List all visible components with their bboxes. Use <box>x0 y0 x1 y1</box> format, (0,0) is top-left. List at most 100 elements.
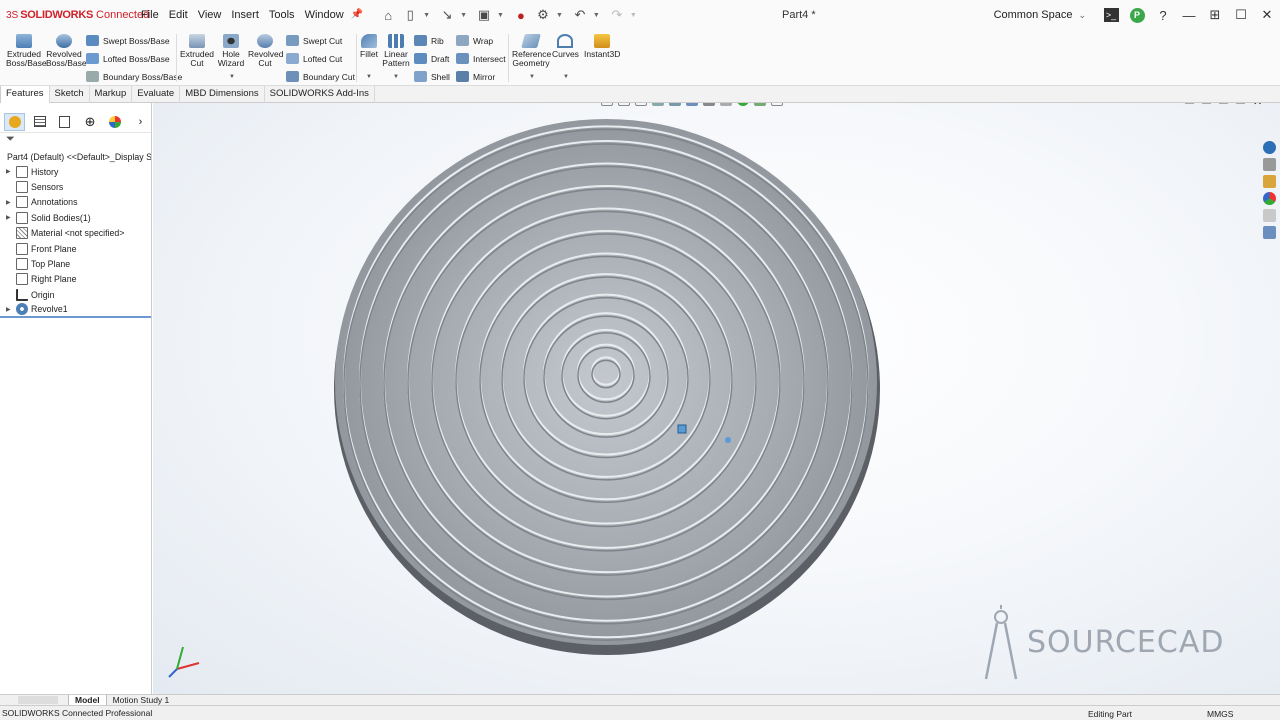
linear-pattern-button[interactable]: Linear Pattern <box>382 34 410 68</box>
new-document-icon[interactable]: ▯ <box>401 6 419 24</box>
open-icon[interactable]: ↘ <box>438 6 456 24</box>
dynamic-annotation-icon[interactable] <box>669 103 681 106</box>
boundary-boss-button[interactable]: Boundary Boss/Base <box>86 71 182 82</box>
apply-scene-icon[interactable] <box>754 103 766 106</box>
chevron-down-icon[interactable]: ▼ <box>393 74 399 80</box>
status-units[interactable]: MMGS <box>1207 709 1233 719</box>
view-orientation-icon[interactable] <box>686 103 698 106</box>
property-manager-tab-icon[interactable] <box>29 113 50 131</box>
tab-solidworks-add-ins[interactable]: SOLIDWORKS Add-Ins <box>265 86 375 103</box>
hide-show-icon[interactable] <box>720 103 732 106</box>
wrap-button[interactable]: Wrap <box>456 35 493 46</box>
solidworks-resources-icon[interactable] <box>1263 141 1276 154</box>
lofted-cut-button[interactable]: Lofted Cut <box>286 53 342 64</box>
chevron-down-icon[interactable]: ▼ <box>497 12 504 19</box>
feature-manager-tab-icon[interactable] <box>4 112 26 131</box>
tree-item-sensors[interactable]: Sensors <box>0 179 151 194</box>
close-icon[interactable]: ✕ <box>1253 103 1262 108</box>
dimxpert-manager-tab-icon[interactable]: ⊕ <box>80 113 101 131</box>
intersect-button[interactable]: Intersect <box>456 53 506 64</box>
filter-icon[interactable]: ⏷ <box>0 133 151 149</box>
swept-cut-button[interactable]: Swept Cut <box>286 35 342 46</box>
graphics-area[interactable]: ✕ SOURCECAD <box>153 103 1280 694</box>
chevron-down-icon[interactable]: ▼ <box>630 12 637 19</box>
tree-item-front-plane[interactable]: Front Plane <box>0 241 151 256</box>
restore-layout-icon[interactable]: ⊞ <box>1202 0 1228 30</box>
display-manager-tab-icon[interactable] <box>105 113 126 131</box>
tab-scroll-area[interactable] <box>18 696 58 704</box>
tree-root-part[interactable]: Part4 (Default) <<Default>_Display St <box>0 149 151 164</box>
chevron-down-icon[interactable]: ▼ <box>563 74 569 80</box>
view-settings-icon[interactable] <box>771 103 783 106</box>
revolved-boss-button[interactable]: Revolved Boss/Base <box>46 34 87 68</box>
fillet-button[interactable]: Fillet <box>358 34 380 59</box>
menu-view[interactable]: View <box>193 9 227 21</box>
hole-wizard-button[interactable]: Hole Wizard <box>216 34 246 68</box>
tile-icon[interactable] <box>1185 103 1194 104</box>
selection-handle-icon[interactable] <box>677 424 687 434</box>
minimize-icon[interactable]: — <box>1176 0 1202 30</box>
boundary-cut-button[interactable]: Boundary Cut <box>286 71 355 82</box>
chevron-down-icon[interactable]: ▼ <box>460 12 467 19</box>
chevron-down-icon[interactable]: ▼ <box>423 12 430 19</box>
curves-button[interactable]: Curves <box>552 34 579 59</box>
help-icon[interactable]: ? <box>1150 0 1176 30</box>
restore-icon[interactable] <box>1202 103 1211 104</box>
tab-sketch[interactable]: Sketch <box>50 86 90 103</box>
tab-model[interactable]: Model <box>68 694 107 706</box>
menu-file[interactable]: File <box>136 9 164 21</box>
appearances-icon[interactable] <box>1263 192 1276 205</box>
tab-motion-study-1[interactable]: Motion Study 1 <box>107 695 176 706</box>
custom-properties-icon[interactable] <box>1263 226 1276 239</box>
swept-boss-button[interactable]: Swept Boss/Base <box>86 35 170 46</box>
chevron-down-icon[interactable]: ▼ <box>529 74 535 80</box>
tab-mbd-dimensions[interactable]: MBD Dimensions <box>180 86 265 103</box>
home-icon[interactable]: ⌂ <box>379 6 397 24</box>
configuration-manager-tab-icon[interactable] <box>54 113 75 131</box>
shell-button[interactable]: Shell <box>414 71 450 82</box>
expand-arrow-icon[interactable]: ▶ <box>6 306 16 313</box>
tree-item-solid-bodies[interactable]: ▶ Solid Bodies(1) <box>0 210 151 225</box>
menu-insert[interactable]: Insert <box>226 9 264 21</box>
tab-evaluate[interactable]: Evaluate <box>132 86 181 103</box>
chevron-down-icon[interactable]: ▼ <box>556 12 563 19</box>
traffic-light-icon[interactable]: ● <box>512 6 530 24</box>
design-library-icon[interactable] <box>1263 158 1276 171</box>
draft-button[interactable]: Draft <box>414 53 449 64</box>
maximize-icon[interactable]: ☐ <box>1228 0 1254 30</box>
rib-button[interactable]: Rib <box>414 35 444 46</box>
tree-item-revolve1[interactable]: ▶ Revolve1 <box>0 303 151 318</box>
tree-item-right-plane[interactable]: Right Plane <box>0 272 151 287</box>
mirror-button[interactable]: Mirror <box>456 71 495 82</box>
save-icon[interactable]: ▣ <box>475 6 493 24</box>
terminal-icon[interactable]: >_ <box>1098 0 1124 30</box>
menu-tools[interactable]: Tools <box>264 9 300 21</box>
revolved-cut-button[interactable]: Revolved Cut <box>248 34 283 68</box>
reference-geometry-button[interactable]: Reference Geometry <box>512 34 551 68</box>
user-avatar[interactable]: P <box>1124 0 1150 30</box>
edit-appearance-icon[interactable] <box>737 103 749 106</box>
menu-window[interactable]: Window <box>300 9 349 21</box>
expand-arrow-icon[interactable]: ▶ <box>6 214 16 221</box>
tree-item-annotations[interactable]: ▶ Annotations <box>0 195 151 210</box>
undo-icon[interactable]: ↶ <box>571 6 589 24</box>
minimize-icon[interactable] <box>1219 103 1228 104</box>
display-style-icon[interactable] <box>703 103 715 106</box>
chevron-down-icon[interactable]: ▼ <box>229 74 235 80</box>
tree-item-top-plane[interactable]: Top Plane <box>0 256 151 271</box>
menu-edit[interactable]: Edit <box>164 9 193 21</box>
chevron-down-icon[interactable]: ▼ <box>366 74 372 80</box>
tree-item-history[interactable]: ▶ History <box>0 164 151 179</box>
view-palette-icon[interactable] <box>1263 209 1276 222</box>
extruded-boss-button[interactable]: Extruded Boss/Base <box>6 34 47 68</box>
tab-features[interactable]: Features <box>0 86 50 103</box>
section-view-icon[interactable] <box>652 103 664 106</box>
previous-view-icon[interactable] <box>635 103 647 106</box>
zoom-to-area-icon[interactable] <box>618 103 630 106</box>
expand-arrow-icon[interactable]: ▶ <box>6 199 16 206</box>
tab-markup[interactable]: Markup <box>90 86 133 103</box>
expand-arrow-icon[interactable]: ▶ <box>6 168 16 175</box>
file-explorer-icon[interactable] <box>1263 175 1276 188</box>
extruded-cut-button[interactable]: Extruded Cut <box>180 34 214 68</box>
pin-icon[interactable]: 📌 <box>351 9 363 21</box>
